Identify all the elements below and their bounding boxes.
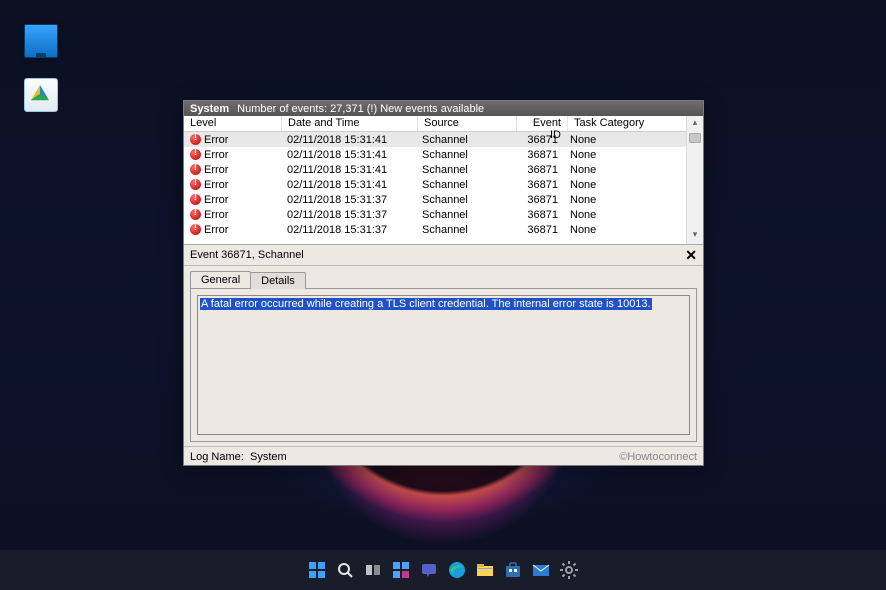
error-icon bbox=[190, 149, 201, 160]
col-datetime[interactable]: Date and Time bbox=[282, 116, 418, 131]
event-grid: Level Date and Time Source Event ID Task… bbox=[184, 116, 703, 245]
settings-button[interactable] bbox=[557, 558, 581, 582]
error-icon bbox=[190, 134, 201, 145]
scroll-up-icon[interactable]: ▴ bbox=[687, 116, 703, 132]
vertical-scrollbar[interactable]: ▴ ▾ bbox=[686, 116, 703, 244]
log-name-label: Log Name: bbox=[190, 451, 250, 463]
header-status: Number of events: 27,371 (!) New events … bbox=[237, 103, 484, 115]
store-button[interactable] bbox=[501, 558, 525, 582]
error-icon bbox=[190, 179, 201, 190]
log-name-value: System bbox=[250, 451, 287, 463]
detail-pane-header: Event 36871, Schannel ✕ bbox=[184, 245, 703, 266]
desktop-icon-this-pc[interactable] bbox=[20, 24, 62, 60]
scroll-down-icon[interactable]: ▾ bbox=[687, 228, 703, 244]
widgets-button[interactable] bbox=[389, 558, 413, 582]
header-title: System bbox=[190, 103, 229, 115]
error-icon bbox=[190, 194, 201, 205]
error-icon bbox=[190, 209, 201, 220]
mail-button[interactable] bbox=[529, 558, 553, 582]
monitor-icon bbox=[24, 24, 58, 58]
chat-button[interactable] bbox=[417, 558, 441, 582]
desktop: System Number of events: 27,371 (!) New … bbox=[0, 0, 886, 590]
table-row[interactable]: Error02/11/2018 15:31:41Schannel36871Non… bbox=[184, 147, 703, 162]
error-icon bbox=[190, 224, 201, 235]
table-row[interactable]: Error02/11/2018 15:31:37Schannel36871Non… bbox=[184, 207, 703, 222]
taskview-button[interactable] bbox=[361, 558, 385, 582]
detail-title: Event 36871, Schannel bbox=[190, 249, 304, 261]
window-header: System Number of events: 27,371 (!) New … bbox=[184, 101, 703, 116]
col-level[interactable]: Level bbox=[184, 116, 282, 131]
tab-details[interactable]: Details bbox=[250, 272, 306, 289]
message-box: A fatal error occurred while creating a … bbox=[197, 295, 690, 435]
col-taskcat[interactable]: Task Category bbox=[568, 116, 703, 131]
table-row[interactable]: Error02/11/2018 15:31:37Schannel36871Non… bbox=[184, 222, 703, 237]
table-row[interactable]: Error02/11/2018 15:31:41Schannel36871Non… bbox=[184, 132, 703, 147]
close-icon[interactable]: ✕ bbox=[685, 247, 697, 264]
search-button[interactable] bbox=[333, 558, 357, 582]
error-message[interactable]: A fatal error occurred while creating a … bbox=[200, 298, 652, 310]
table-row[interactable]: Error02/11/2018 15:31:41Schannel36871Non… bbox=[184, 177, 703, 192]
table-row[interactable]: Error02/11/2018 15:31:37Schannel36871Non… bbox=[184, 192, 703, 207]
taskbar bbox=[0, 550, 886, 590]
tab-general[interactable]: General bbox=[190, 271, 251, 288]
error-icon bbox=[190, 164, 201, 175]
event-viewer-window: System Number of events: 27,371 (!) New … bbox=[183, 100, 704, 466]
log-row: Log Name: System ©Howtoconnect bbox=[184, 446, 703, 465]
scroll-thumb[interactable] bbox=[689, 133, 701, 143]
desktop-icon-recycle-bin[interactable] bbox=[20, 78, 62, 114]
grid-header: Level Date and Time Source Event ID Task… bbox=[184, 116, 703, 132]
start-button[interactable] bbox=[305, 558, 329, 582]
recycle-bin-icon bbox=[24, 78, 58, 112]
detail-body: A fatal error occurred while creating a … bbox=[190, 288, 697, 442]
table-row[interactable]: Error02/11/2018 15:31:41Schannel36871Non… bbox=[184, 162, 703, 177]
tabs: General Details bbox=[184, 266, 703, 288]
explorer-button[interactable] bbox=[473, 558, 497, 582]
col-source[interactable]: Source bbox=[418, 116, 517, 131]
grid-body: Error02/11/2018 15:31:41Schannel36871Non… bbox=[184, 132, 703, 243]
col-eventid[interactable]: Event ID bbox=[517, 116, 568, 131]
watermark: ©Howtoconnect bbox=[619, 451, 697, 463]
edge-button[interactable] bbox=[445, 558, 469, 582]
